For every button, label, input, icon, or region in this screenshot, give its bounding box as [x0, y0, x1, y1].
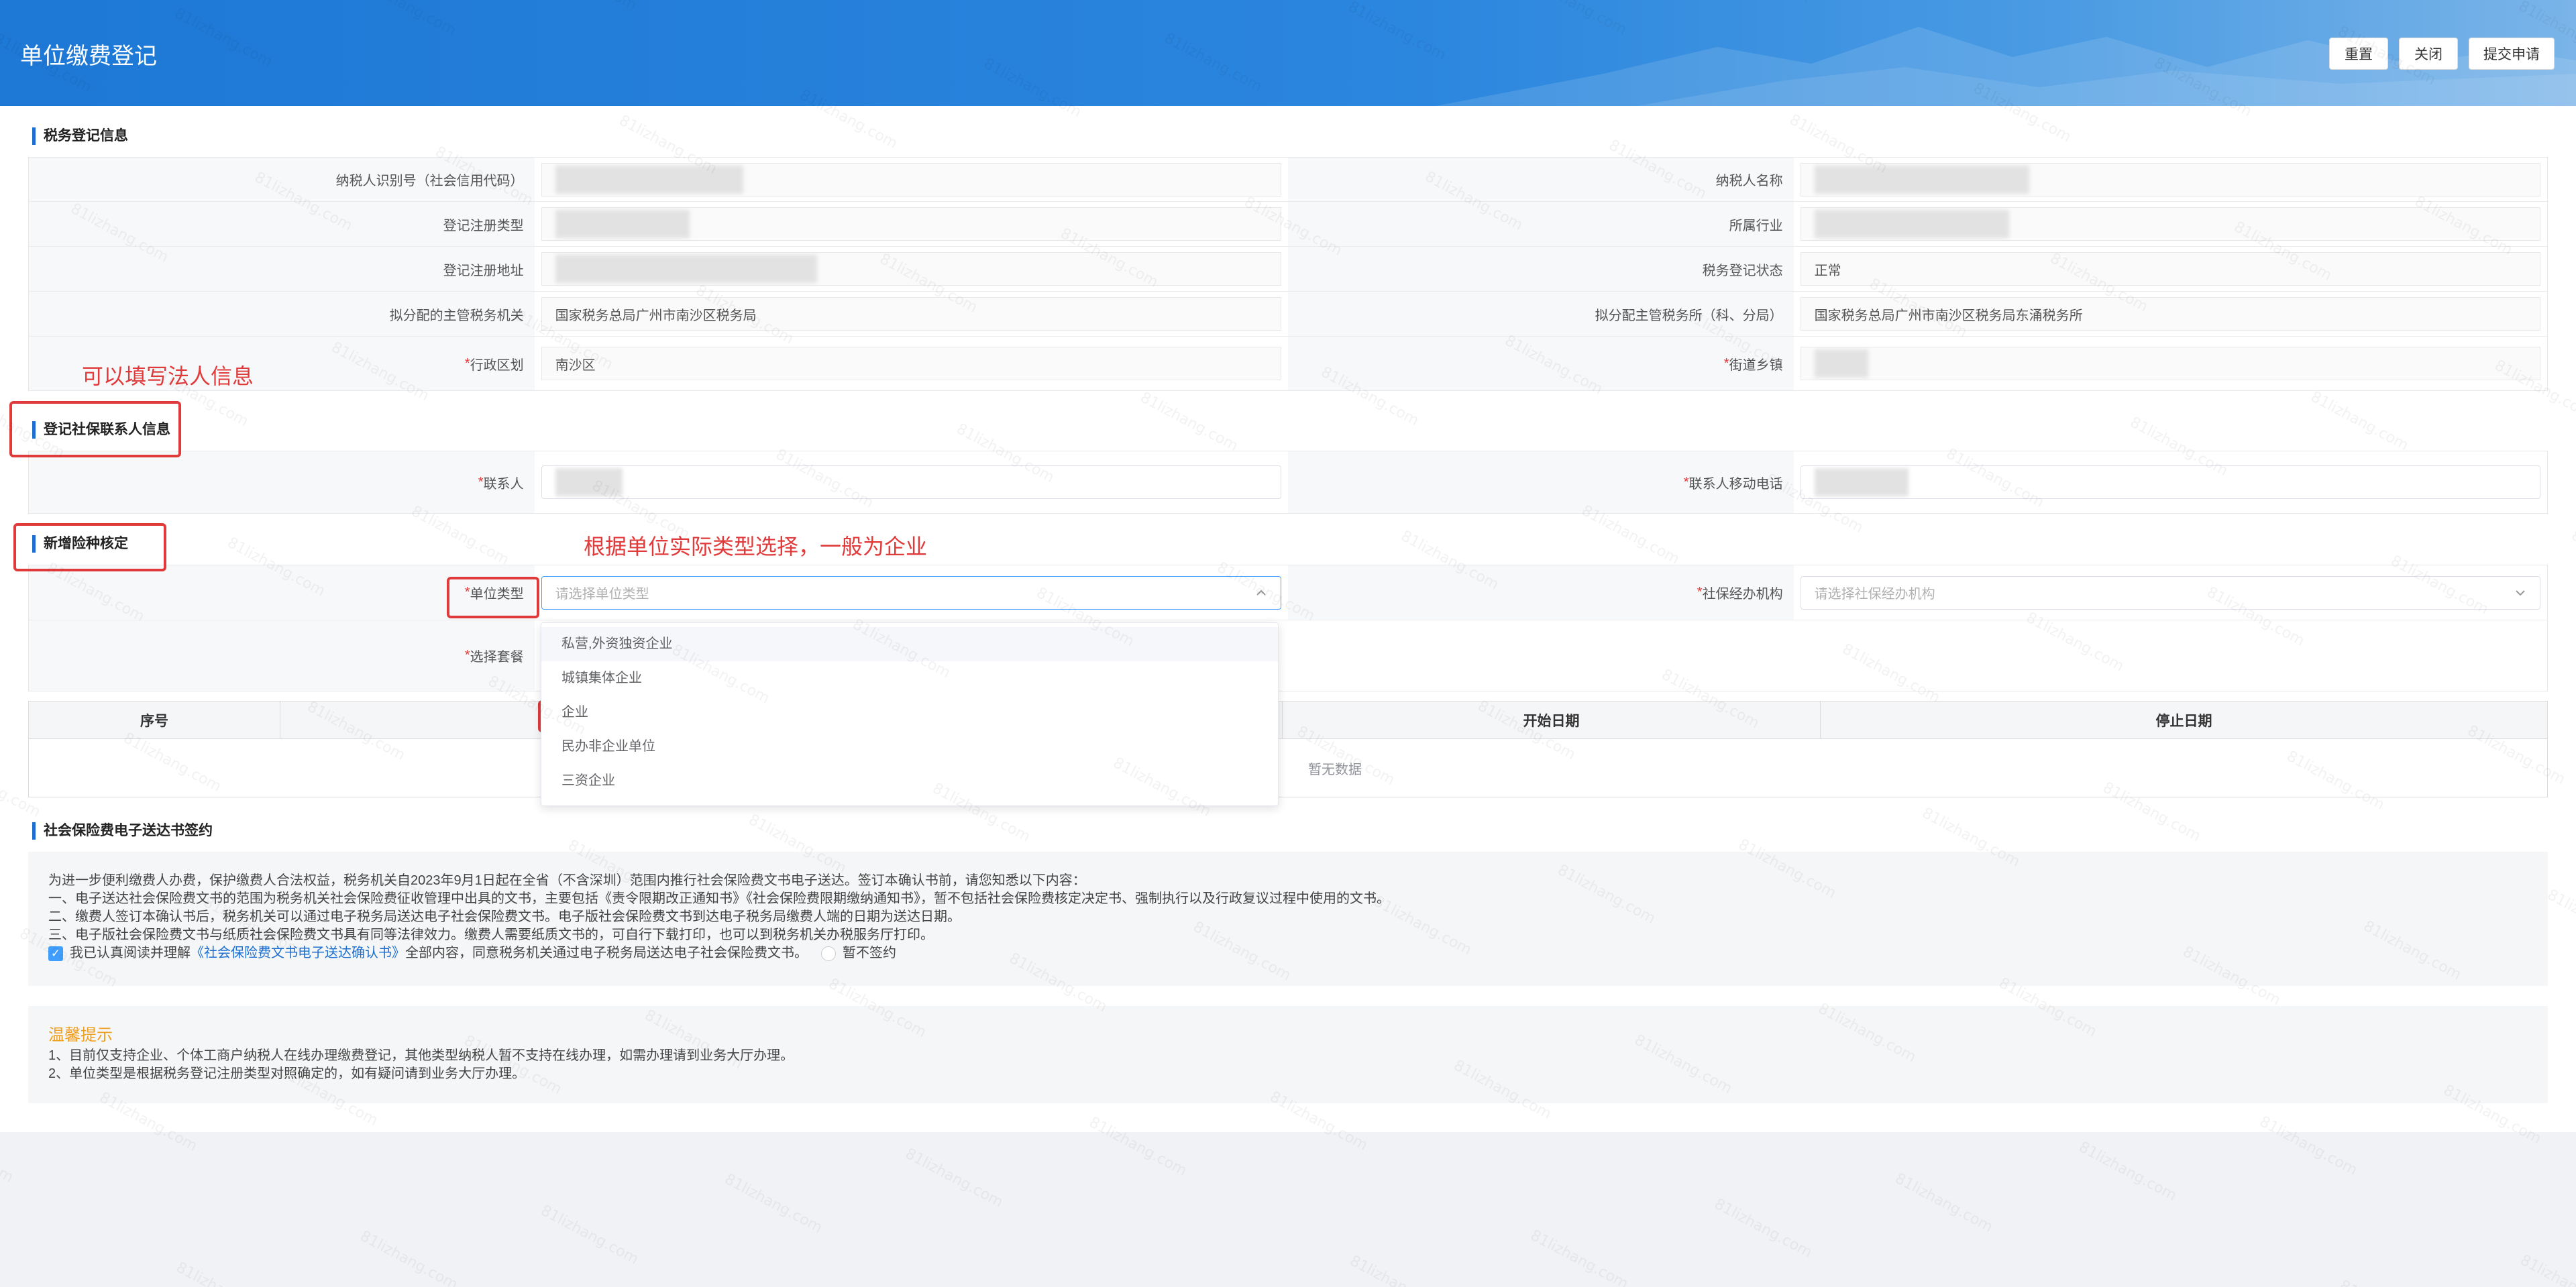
industry-field	[1800, 207, 2540, 241]
annotation-unit-type-hint: 根据单位实际类型选择，一般为企业	[584, 535, 928, 559]
notice-line-2: 二、缴费人签订本确认书后，税务机关可以通过电子税务局送达电子社会保险费文书。电子…	[48, 909, 961, 924]
submit-button[interactable]: 提交申请	[2469, 38, 2555, 70]
contact-label: * 联系人	[29, 451, 535, 513]
agree-suffix: 全部内容，同意税务机关通过电子税务局送达电子社会保险费文书。	[405, 946, 808, 960]
edelivery-section-title: 社会保险费电子送达书签约	[32, 822, 213, 840]
agree-checkbox[interactable]: ✓	[48, 946, 63, 961]
taxpayer-id-label: 纳税人识别号（社会信用代码）	[29, 158, 535, 201]
street-field	[1800, 347, 2540, 380]
decline-label: 暂不签约	[843, 946, 896, 960]
reg-type-field	[541, 207, 1281, 241]
contact-input[interactable]	[541, 465, 1281, 499]
tips-title: 温馨提示	[48, 1026, 113, 1044]
street-label: * 街道乡镇	[1288, 337, 1794, 390]
edelivery-notice: 为进一步便利缴费人办费，保护缴费人合法权益，税务机关自2023年9月1日起在全省…	[28, 852, 2548, 986]
annotation-box-unit-type	[447, 577, 539, 618]
reg-address-label: 登记注册地址	[29, 247, 535, 291]
reg-status-label: 税务登记状态	[1288, 247, 1794, 291]
empty-text: 暂无数据	[1308, 762, 1362, 777]
agency-select[interactable]: 请选择社保经办机构	[1800, 575, 2540, 610]
chevron-up-icon	[1256, 590, 1266, 596]
reg-type-label: 登记注册类型	[29, 202, 535, 246]
agency-label: * 社保经办机构	[1288, 565, 1794, 620]
district-value: 南沙区	[541, 347, 1281, 380]
tax-section-title: 税务登记信息	[32, 127, 128, 145]
decline-radio[interactable]	[821, 946, 836, 961]
insurance-grid: * 单位类型 请选择单位类型 * 社保经办机构 请选择社保经办机构 * 选择套餐	[28, 565, 2548, 691]
reg-address-field	[541, 252, 1281, 286]
tax-authority-value: 国家税务总局广州市南沙区税务局	[541, 297, 1281, 331]
option-enterprise[interactable]: 企业	[541, 695, 1278, 730]
close-button[interactable]: 关闭	[2399, 38, 2458, 70]
tax-authority-label: 拟分配的主管税务机关	[29, 292, 535, 336]
agree-link[interactable]: 《社会保险费文书电子送达确认书》	[191, 946, 405, 960]
table-empty: 暂无数据	[29, 739, 2547, 797]
phone-input[interactable]	[1800, 465, 2540, 499]
notice-line-3: 三、电子版社会保险费文书与纸质社会保险费文书具有同等法律效力。缴费人需要纸质文书…	[48, 928, 934, 942]
taxpayer-id-field	[541, 162, 1281, 197]
insurance-table: 序号 开始日期 停止日期 暂无数据	[28, 701, 2548, 797]
table-header: 序号 开始日期 停止日期	[29, 702, 2547, 739]
annotation-box-insurance	[13, 523, 166, 571]
agree-row: ✓ 我已认真阅读并理解《社会保险费文书电子送达确认书》全部内容，同意税务机关通过电…	[48, 944, 2528, 962]
col-index: 序号	[29, 702, 280, 738]
agree-prefix: 我已认真阅读并理解	[70, 946, 191, 960]
taxpayer-name-label: 纳税人名称	[1288, 158, 1794, 201]
tax-office-label: 拟分配主管税务所（科、分局）	[1288, 292, 1794, 336]
tips-panel: 温馨提示 1、目前仅支持企业、个体工商户纳税人在线办理缴费登记，其他类型纳税人暂…	[28, 1006, 2548, 1103]
page-title: 单位缴费登记	[20, 44, 157, 69]
unit-type-dropdown: 私营,外资独资企业 城镇集体企业 企业 民办非企业单位 三资企业	[541, 622, 1279, 806]
industry-label: 所属行业	[1288, 202, 1794, 246]
page-header: 单位缴费登记 重置 关闭 提交申请	[0, 0, 2576, 106]
notice-line-1: 一、电子送达社会保险费文书的范围为税务机关社会保险费征收管理中出具的文书，主要包…	[48, 891, 1390, 906]
chevron-down-icon	[2516, 590, 2525, 596]
tax-info-grid: 纳税人识别号（社会信用代码） 纳税人名称 登记注册类型 所属行业 登记注册地址 …	[28, 157, 2548, 391]
tip-line-2: 2、单位类型是根据税务登记注册类型对照确定的，如有疑问请到业务大厅办理。	[48, 1066, 526, 1081]
col-stop-date: 停止日期	[2155, 713, 2212, 729]
package-label: * 选择套餐	[29, 620, 535, 691]
reset-button[interactable]: 重置	[2329, 38, 2388, 70]
contact-grid: * 联系人 * 联系人移动电话	[28, 451, 2548, 514]
option-sino-foreign[interactable]: 三资企业	[541, 764, 1278, 798]
tip-line-1: 1、目前仅支持企业、个体工商户纳税人在线办理缴费登记，其他类型纳税人暂不支持在线…	[48, 1048, 794, 1063]
notice-line-intro: 为进一步便利缴费人办费，保护缴费人合法权益，税务机关自2023年9月1日起在全省…	[48, 873, 1086, 888]
annotation-legal-person: 可以填写法人信息	[82, 364, 254, 388]
unit-type-placeholder: 请选择单位类型	[555, 587, 649, 602]
option-private-foreign[interactable]: 私营,外资独资企业	[541, 627, 1278, 661]
option-private-nonenterprise[interactable]: 民办非企业单位	[541, 730, 1278, 764]
annotation-box-contact	[9, 401, 181, 457]
unit-type-select[interactable]: 请选择单位类型	[541, 575, 1281, 610]
col-start-date: 开始日期	[1283, 702, 1821, 738]
phone-label: * 联系人移动电话	[1288, 451, 1794, 513]
option-collective[interactable]: 城镇集体企业	[541, 661, 1278, 695]
agency-placeholder: 请选择社保经办机构	[1814, 587, 1935, 602]
reg-status-value: 正常	[1800, 252, 2540, 286]
tax-office-value: 国家税务总局广州市南沙区税务局东涌税务所	[1800, 297, 2540, 331]
taxpayer-name-field	[1800, 162, 2540, 197]
